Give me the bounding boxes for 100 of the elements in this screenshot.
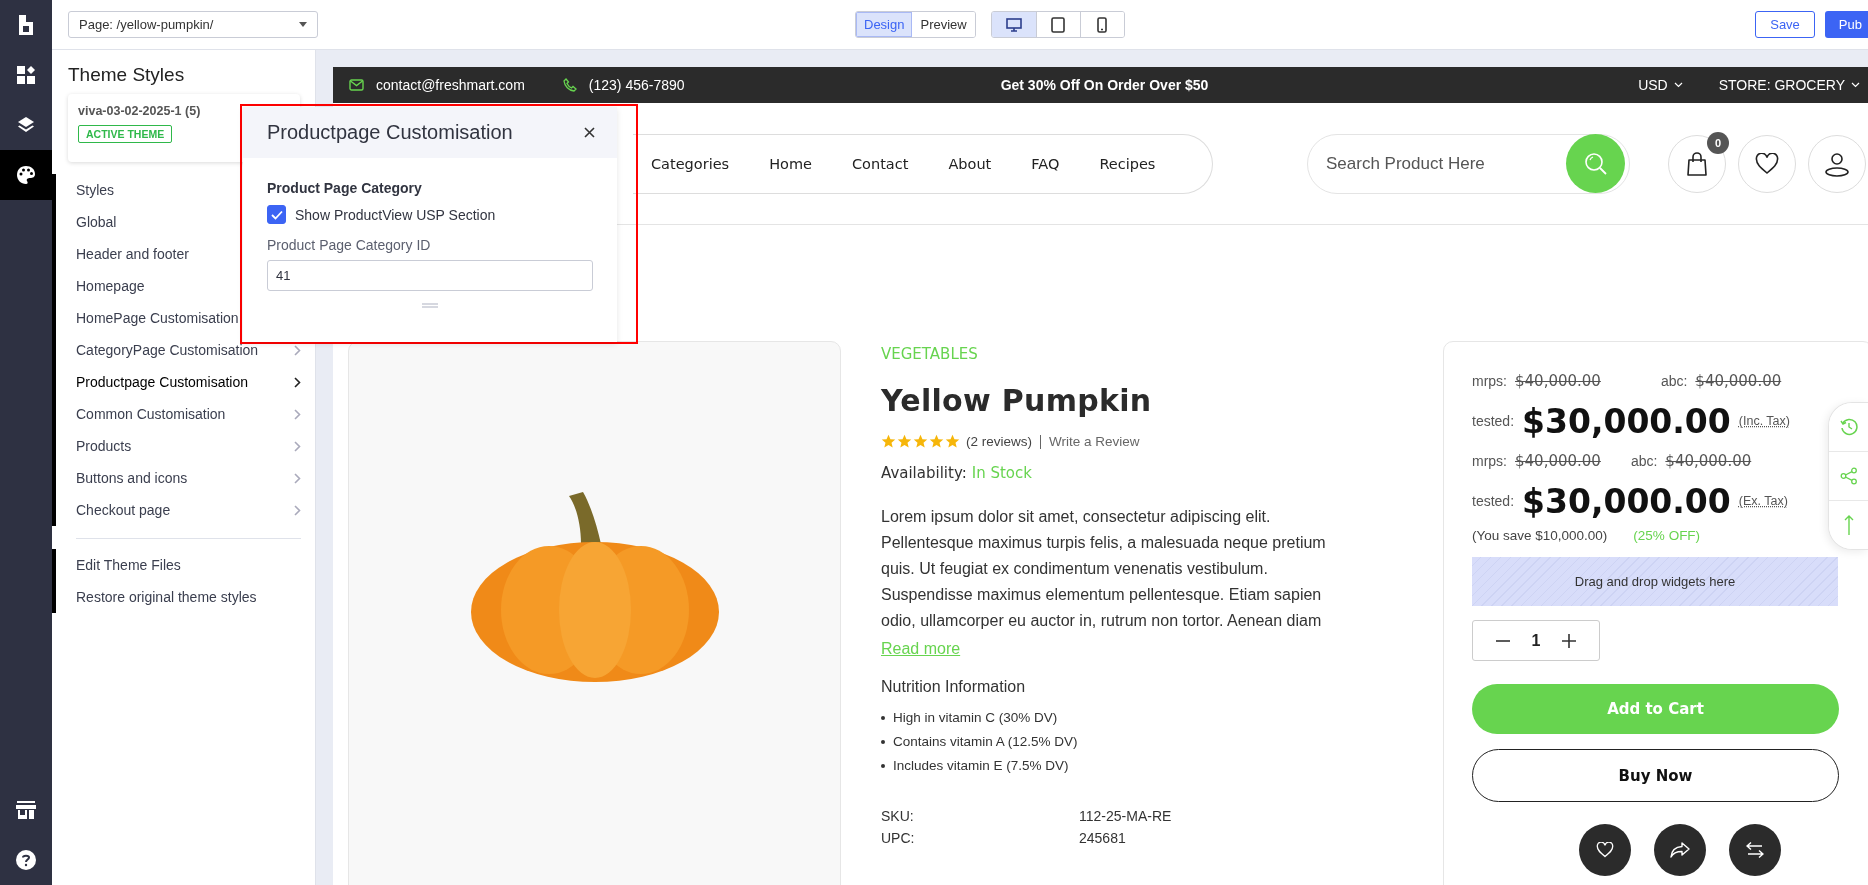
user-icon xyxy=(1824,150,1850,177)
wishlist-button[interactable] xyxy=(1579,824,1631,876)
widget-drop-zone[interactable]: Drag and drop widgets here xyxy=(1472,557,1838,606)
spec-label: SKU: xyxy=(881,808,915,824)
star-icon xyxy=(897,434,912,449)
input-field[interactable]: 41 xyxy=(267,260,593,291)
menu-item[interactable]: Products xyxy=(56,430,301,462)
popup-title: Productpage Customisation xyxy=(267,121,513,144)
mobile-icon xyxy=(1097,16,1108,33)
price-label: tested: xyxy=(1472,413,1515,429)
phone-icon xyxy=(562,78,577,92)
nutrition-item: Contains vitamin A (12.5% DV) xyxy=(881,730,1416,754)
clock-icon xyxy=(1839,418,1858,436)
price-label: mrps: xyxy=(1472,373,1507,389)
nav-link[interactable]: FAQ xyxy=(1031,155,1060,172)
price-label: abc: xyxy=(1630,453,1658,469)
menu-link[interactable]: Edit Theme Files xyxy=(56,549,301,581)
old-price: $40,000.00 xyxy=(1665,452,1752,470)
mode-tab[interactable]: Design xyxy=(856,12,913,37)
chevron-down-icon xyxy=(1673,82,1683,88)
save-button[interactable]: Save xyxy=(1755,11,1815,38)
menu-item[interactable]: CategoryPage Customisation xyxy=(56,334,301,366)
mail-icon xyxy=(349,79,364,91)
field-label: Product Page Category ID xyxy=(267,237,432,253)
menu-item[interactable]: Common Customisation xyxy=(56,398,301,430)
nav-link[interactable]: About xyxy=(948,155,992,172)
tax-note: (Inc. Tax) xyxy=(1738,414,1790,428)
stock-status: In Stock xyxy=(971,464,1032,482)
publish-button[interactable]: Pub xyxy=(1824,11,1868,38)
star-icon xyxy=(929,434,944,449)
share-arrow-icon xyxy=(1670,842,1690,858)
nav-link[interactable]: Home xyxy=(769,155,812,172)
widgets-icon xyxy=(17,66,35,84)
nutrition-item: Includes vitamin E (7.5% DV) xyxy=(881,754,1416,778)
savings-text: (You save $10,000.00) xyxy=(1472,528,1608,543)
old-price: $40,000.00 xyxy=(1695,372,1782,390)
device-button[interactable] xyxy=(991,12,1036,37)
availability-label: Availability: xyxy=(881,464,967,482)
search-icon xyxy=(1583,151,1608,176)
product-title: Yellow Pumpkin xyxy=(881,383,1153,418)
menu-item[interactable]: HomePage Customisation xyxy=(56,302,301,334)
nav-link[interactable]: Contact xyxy=(852,155,909,172)
section-heading: Product Page Category xyxy=(267,180,423,196)
promo-text: Get 30% Off On Order Over $50 xyxy=(1000,77,1209,93)
star-icon xyxy=(913,434,928,449)
layers-icon xyxy=(17,116,35,134)
page-select[interactable]: Page: /yellow-pumpkin/ xyxy=(68,11,318,38)
cart-button[interactable]: 0 xyxy=(1668,134,1726,193)
contact-phone: (123) 456-7890 xyxy=(588,77,685,93)
menu-link[interactable]: Restore original theme styles xyxy=(56,581,301,613)
spec-label: UPC: xyxy=(881,830,916,846)
category-label: VEGETABLES xyxy=(881,345,979,363)
menu-item[interactable]: Checkout page xyxy=(56,494,301,526)
price-label: tested: xyxy=(1472,493,1515,509)
check-icon xyxy=(270,209,283,220)
menu-item[interactable]: Buttons and icons xyxy=(56,462,301,494)
storefront-icon xyxy=(16,801,36,819)
checkbox[interactable] xyxy=(267,205,286,224)
chevron-down-icon xyxy=(1851,82,1860,88)
spec-value: 112-25-MA-RE xyxy=(1079,808,1172,824)
menu-item[interactable]: Productpage Customisation xyxy=(56,366,301,398)
star-icon xyxy=(945,434,960,449)
rail-button[interactable] xyxy=(0,150,52,200)
compare-button[interactable] xyxy=(1729,824,1781,876)
old-price: $40,000.00 xyxy=(1515,372,1601,390)
currency-select[interactable]: USD xyxy=(1638,77,1683,93)
share-button[interactable] xyxy=(1654,824,1706,876)
spec-value: 245681 xyxy=(1079,830,1126,846)
heart-icon xyxy=(1596,842,1614,858)
buy-now-button[interactable]: Buy Now xyxy=(1472,749,1839,802)
checkbox-label: Show ProductView USP Section xyxy=(295,206,496,223)
current-price: $30,000.00 xyxy=(1522,481,1731,521)
shopping-bag-icon xyxy=(1686,150,1708,177)
arrow-up-icon xyxy=(1843,515,1854,535)
quantity-value[interactable]: 1 xyxy=(1531,631,1541,650)
status-badge: ACTIVE THEME xyxy=(78,125,173,143)
price-label: abc: xyxy=(1660,373,1688,389)
device-button[interactable] xyxy=(1079,12,1124,37)
price-label: mrps: xyxy=(1472,453,1507,469)
store-select[interactable]: STORE: GROCERY xyxy=(1718,77,1860,93)
tax-note: (Ex. Tax) xyxy=(1738,494,1788,508)
minus-icon xyxy=(1495,639,1510,642)
review-count: (2 reviews) xyxy=(966,434,1032,449)
logo-icon xyxy=(17,15,35,35)
theme-name: viva-03-02-2025-1 (5) xyxy=(78,104,202,118)
section-heading: Nutrition Information xyxy=(881,678,1027,696)
palette-icon xyxy=(16,165,36,185)
help-icon xyxy=(16,850,36,870)
drag-handle-icon[interactable] xyxy=(422,303,438,308)
discount-text: (25% OFF) xyxy=(1633,528,1701,543)
nutrition-item: High in vitamin C (30% DV) xyxy=(881,706,1416,730)
heart-icon xyxy=(1755,152,1779,175)
write-review-link[interactable]: Write a Review xyxy=(1049,434,1140,449)
close-icon xyxy=(583,127,595,138)
nav-link[interactable]: Categories xyxy=(651,155,730,172)
caret-icon xyxy=(299,22,307,27)
cart-count-badge: 0 xyxy=(1707,131,1729,154)
share-icon xyxy=(1839,467,1858,485)
product-description: Lorem ipsum dolor sit amet, consectetur adipiscing elit. Pellentesque maximus turpis felis, a malesuada neque pretium quis. Ut feugiat ex condimentum venenatis vestibulum. Suspendisse maximus elementum pellentesque. Etiam sapien odio, ullamcorper eu auctor in, rutrum non tortor. Aenean diam xyxy=(881,507,1327,631)
nav-link[interactable]: Recipes xyxy=(1099,155,1156,172)
